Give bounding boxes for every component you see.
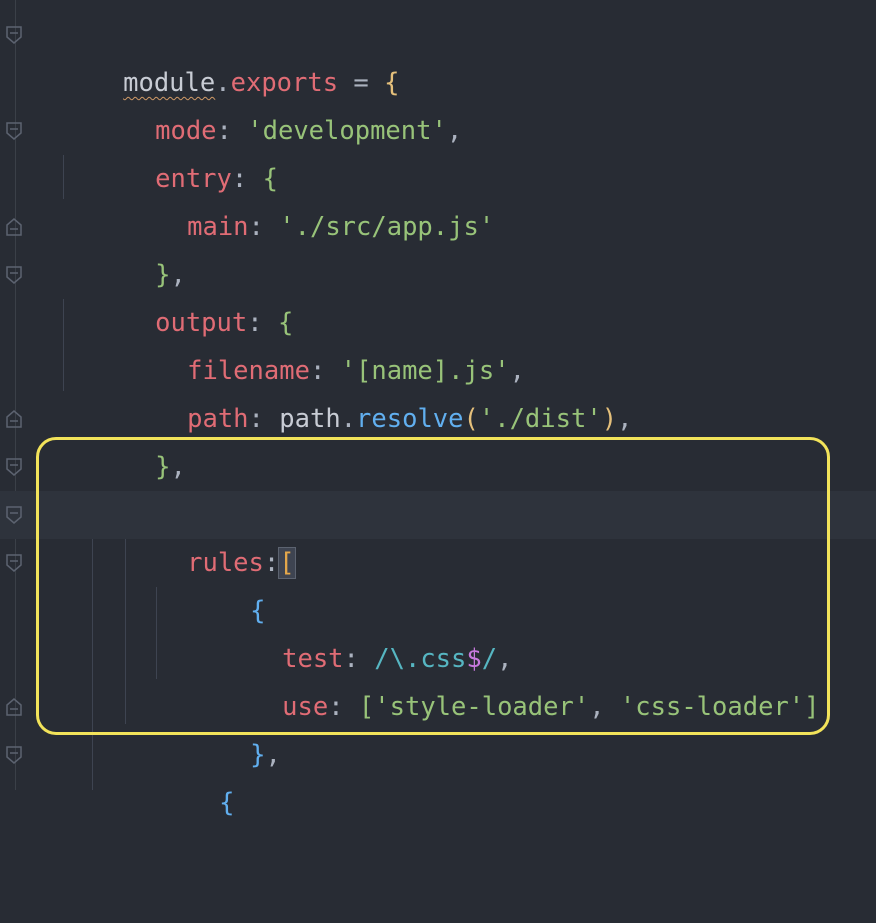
code-line-8[interactable]: path: path.resolve('./dist'), (0, 347, 876, 434)
code-editor[interactable]: module.exports = { mode: 'development', … (0, 0, 876, 818)
code-line-15[interactable]: }, (0, 683, 876, 770)
code-line-12[interactable]: { (0, 539, 876, 626)
code-line-4[interactable]: main: './src/app.js' (0, 155, 876, 242)
code-line-10[interactable]: module :{ (0, 443, 876, 530)
fold-close-icon[interactable] (5, 217, 23, 237)
fold-open-icon[interactable] (5, 505, 23, 525)
fold-open-icon[interactable] (5, 745, 23, 765)
code-line-14[interactable]: use: ['style-loader', 'css-loader'] (0, 635, 876, 722)
code-line-1[interactable]: module.exports = { (0, 11, 876, 98)
code-line-5[interactable]: }, (0, 203, 876, 290)
code-line-9[interactable]: }, (0, 395, 876, 482)
code-line-3[interactable]: entry: { (0, 107, 876, 194)
code-line-11[interactable]: rules:[ (0, 491, 876, 579)
code-line-13[interactable]: test: /\.css$/, (0, 587, 876, 674)
fold-close-icon[interactable] (5, 697, 23, 717)
fold-open-icon[interactable] (5, 553, 23, 573)
fold-close-icon[interactable] (5, 409, 23, 429)
fold-open-icon[interactable] (5, 25, 23, 45)
code-line-6[interactable]: output: { (0, 251, 876, 338)
code-line-7[interactable]: filename: '[name].js', (0, 299, 876, 386)
token-brace-open: { (219, 788, 235, 818)
fold-open-icon[interactable] (5, 265, 23, 285)
code-line-16[interactable]: { (0, 731, 876, 818)
code-line-2[interactable]: mode: 'development', (0, 59, 876, 146)
fold-open-icon[interactable] (5, 457, 23, 477)
fold-open-icon[interactable] (5, 121, 23, 141)
